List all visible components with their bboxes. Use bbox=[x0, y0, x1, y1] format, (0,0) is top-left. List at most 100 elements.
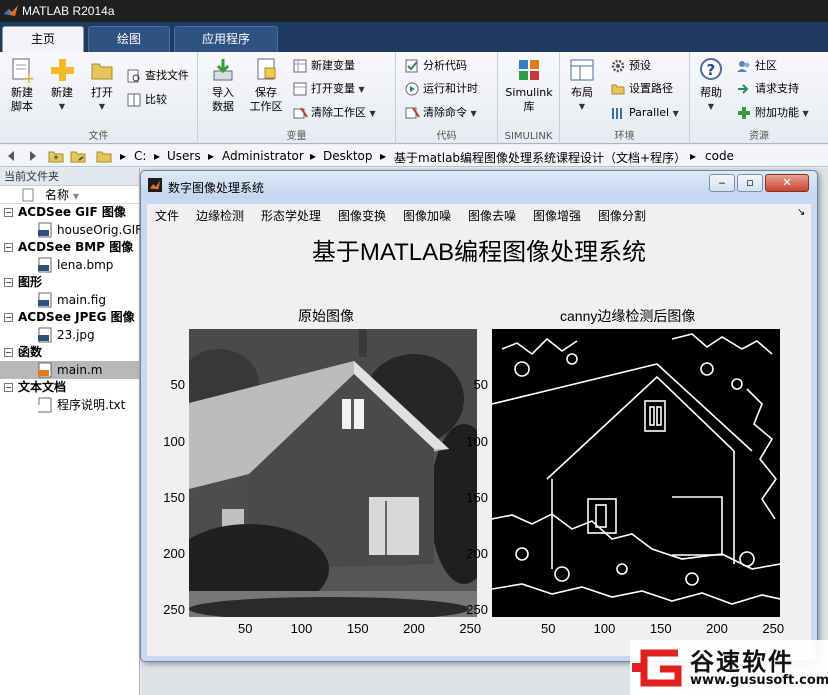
analyze-code-button[interactable]: 分析代码 bbox=[404, 56, 467, 76]
community-button[interactable]: 社区 bbox=[736, 56, 777, 76]
new-script-icon: + bbox=[12, 58, 35, 84]
file-list-item[interactable]: 程序说明.txt bbox=[0, 396, 139, 414]
figure-window: 数字图像处理系统 ‒ ▫ ✕ 文件 边缘检测 形态学处理 图像变换 图像加噪 图… bbox=[140, 170, 818, 662]
collapse-icon[interactable]: − bbox=[4, 243, 13, 252]
chevron-down-icon: ▼ bbox=[802, 109, 809, 118]
breadcrumb-c[interactable]: C: bbox=[134, 149, 146, 163]
import-data-button[interactable]: 导入 数据 bbox=[206, 56, 240, 114]
tab-apps[interactable]: 应用程序 bbox=[174, 26, 278, 52]
folder-icon bbox=[91, 63, 113, 80]
tab-plots[interactable]: 绘图 bbox=[88, 26, 170, 52]
request-support-icon bbox=[738, 84, 749, 94]
menu-segment[interactable]: 图像分割 bbox=[598, 207, 646, 224]
analyze-code-icon bbox=[405, 59, 418, 73]
new-button[interactable]: 新建 ▼ bbox=[46, 56, 78, 114]
collapse-icon[interactable]: − bbox=[4, 208, 13, 217]
file-list-item[interactable]: 23.jpg bbox=[0, 326, 139, 344]
x-tick-label: 200 bbox=[706, 621, 728, 636]
simulink-library-icon bbox=[519, 60, 539, 80]
file-list-item[interactable]: houseOrig.GIF bbox=[0, 221, 142, 239]
tree-group-header[interactable]: − 图形 bbox=[0, 274, 139, 291]
breadcrumb-code[interactable]: code bbox=[705, 149, 734, 163]
collapse-icon[interactable]: − bbox=[4, 278, 13, 287]
matlab-logo-icon bbox=[148, 178, 162, 192]
dock-arrow-icon[interactable]: ↘ bbox=[797, 207, 805, 218]
maximize-button[interactable]: ▫ bbox=[737, 174, 763, 192]
file-name: 23.jpg bbox=[57, 328, 95, 342]
file-name: main.fig bbox=[57, 293, 106, 307]
file-list-item[interactable]: main.m bbox=[0, 361, 139, 379]
new-script-button[interactable]: + 新建 脚本 bbox=[4, 56, 40, 114]
back-arrow-icon[interactable] bbox=[4, 148, 20, 164]
set-path-button[interactable]: 设置路径 bbox=[610, 79, 673, 99]
run-and-time-button[interactable]: 运行和计时 bbox=[404, 79, 478, 99]
menu-enhance[interactable]: 图像增强 bbox=[533, 207, 581, 224]
file-list-item[interactable]: lena.bmp bbox=[0, 256, 139, 274]
parallel-button[interactable]: Parallel ▼ bbox=[610, 103, 679, 123]
request-support-button[interactable]: 请求支持 bbox=[736, 79, 799, 99]
new-variable-button[interactable]: 新建变量 bbox=[292, 56, 355, 76]
tab-home[interactable]: 主页 bbox=[2, 26, 84, 52]
preferences-button[interactable]: 预设 bbox=[610, 56, 651, 76]
menu-denoise[interactable]: 图像去噪 bbox=[468, 207, 516, 224]
minimize-button[interactable]: ‒ bbox=[709, 174, 735, 192]
simulink-group-label: SIMULINK bbox=[504, 131, 553, 142]
browse-folder-icon[interactable] bbox=[70, 148, 86, 164]
community-icon bbox=[737, 61, 750, 72]
forward-arrow-icon[interactable] bbox=[24, 148, 40, 164]
find-files-button[interactable]: 查找文件 bbox=[126, 66, 189, 86]
y-tick-label: 100 bbox=[466, 433, 488, 449]
breadcrumb-administrator[interactable]: Administrator bbox=[222, 149, 304, 163]
simulink-library-button[interactable]: Simulink 库 bbox=[502, 56, 556, 114]
tree-group-header[interactable]: − ACDSee GIF 图像 bbox=[0, 204, 139, 221]
tree-group-header[interactable]: − 函数 bbox=[0, 344, 139, 361]
y-tick-label: 150 bbox=[466, 489, 488, 505]
file-list-item[interactable]: main.fig bbox=[0, 291, 139, 309]
breadcrumb-project[interactable]: 基于matlab编程图像处理系统课程设计（文档+程序） bbox=[394, 149, 686, 166]
clear-commands-button[interactable]: 清除命令 ▼ bbox=[404, 103, 477, 123]
layout-button[interactable]: 布局 ▼ bbox=[566, 56, 598, 114]
open-button[interactable]: 打开 ▼ bbox=[86, 56, 118, 114]
original-image-axes[interactable] bbox=[189, 329, 477, 617]
figure-menu-bar: 文件 边缘检测 形态学处理 图像变换 图像加噪 图像去噪 图像增强 图像分割 ↘ bbox=[147, 204, 811, 224]
toolstrip: + 新建 脚本 新建 ▼ 打开 ▼ 查找文件 比较 文件 导入 数据 保存 工作… bbox=[0, 52, 828, 144]
menu-morphology[interactable]: 形态学处理 bbox=[261, 207, 321, 224]
menu-add-noise[interactable]: 图像加噪 bbox=[403, 207, 451, 224]
collapse-icon[interactable]: − bbox=[4, 313, 13, 322]
tree-group-header[interactable]: − 文本文档 bbox=[0, 379, 139, 396]
chevron-down-icon: ▼ bbox=[358, 85, 365, 94]
tree-group-header[interactable]: − ACDSee BMP 图像 bbox=[0, 239, 139, 256]
name-column-header[interactable]: 名称 ▼ bbox=[0, 186, 139, 204]
file-icon bbox=[22, 188, 34, 202]
collapse-icon[interactable]: − bbox=[4, 383, 13, 392]
close-button[interactable]: ✕ bbox=[765, 174, 809, 192]
code-group: 分析代码 运行和计时 清除命令 ▼ 代码 bbox=[396, 52, 498, 144]
menu-edge-detection[interactable]: 边缘检测 bbox=[196, 207, 244, 224]
chevron-right-icon: ▸ bbox=[690, 149, 697, 163]
chevron-right-icon: ▸ bbox=[380, 149, 387, 163]
jpeg-file-icon bbox=[38, 327, 52, 343]
x-tick-label: 50 bbox=[541, 621, 556, 636]
addons-button[interactable]: 附加功能 ▼ bbox=[736, 103, 809, 123]
y-tick-label: 150 bbox=[163, 489, 185, 505]
chimney bbox=[359, 329, 367, 357]
canny-edge-image-axes[interactable] bbox=[492, 329, 780, 617]
clear-workspace-button[interactable]: 清除工作区 ▼ bbox=[292, 103, 376, 123]
resources-group: ? 帮助 ▼ 社区 请求支持 附加功能 ▼ 资源 bbox=[690, 52, 828, 144]
up-folder-icon[interactable] bbox=[48, 148, 64, 164]
menu-image-transform[interactable]: 图像变换 bbox=[338, 207, 386, 224]
collapse-icon[interactable]: − bbox=[4, 348, 13, 357]
help-button[interactable]: ? 帮助 ▼ bbox=[696, 56, 726, 114]
txt-file-icon bbox=[38, 397, 52, 413]
bmp-file-icon bbox=[38, 257, 52, 273]
breadcrumb-desktop[interactable]: Desktop bbox=[323, 149, 373, 163]
addons-icon bbox=[738, 107, 750, 119]
variable-group-label: 变量 bbox=[286, 131, 307, 142]
save-workspace-button[interactable]: 保存 工作区 bbox=[246, 56, 286, 114]
menu-file[interactable]: 文件 bbox=[155, 207, 179, 224]
breadcrumb-users[interactable]: Users bbox=[167, 149, 201, 163]
compare-button[interactable]: 比较 bbox=[126, 90, 167, 110]
x-tick-label: 150 bbox=[346, 621, 369, 636]
tree-group-header[interactable]: − ACDSee JPEG 图像 bbox=[0, 309, 139, 326]
open-variable-button[interactable]: 打开变量 ▼ bbox=[292, 79, 365, 99]
